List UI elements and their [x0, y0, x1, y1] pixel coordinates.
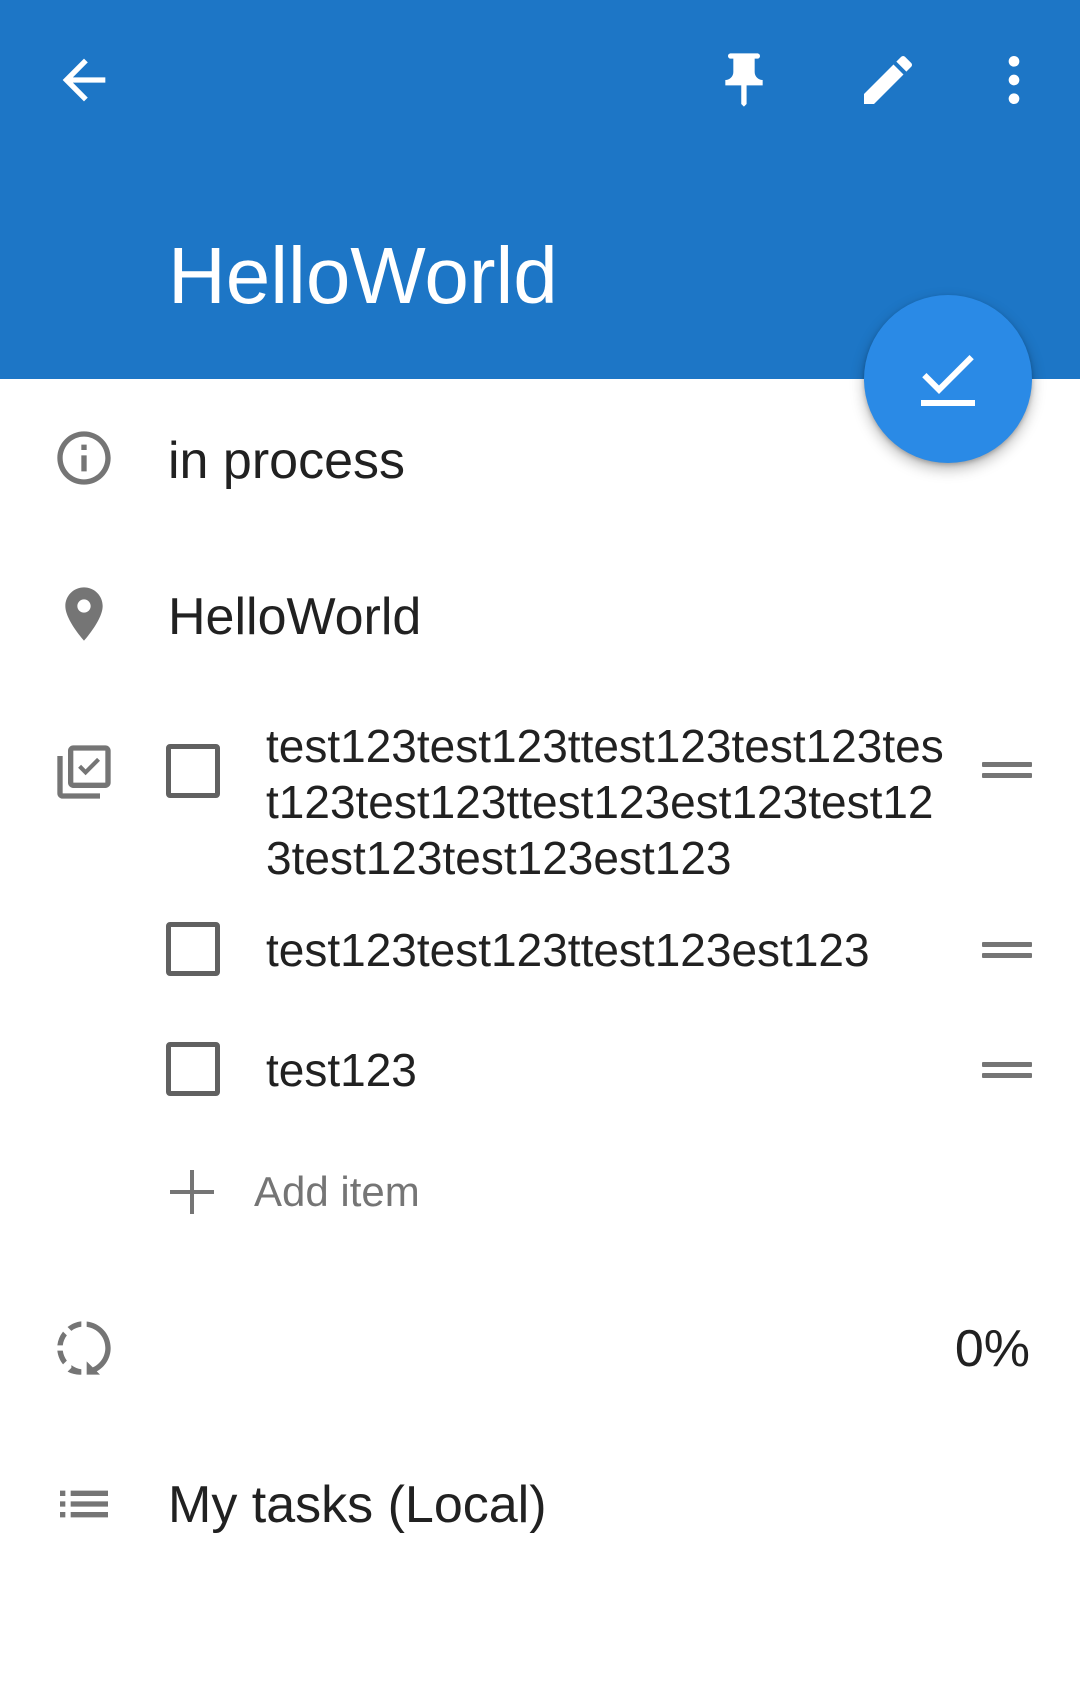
page-title: HelloWorld [168, 231, 558, 320]
plus-icon [170, 1170, 214, 1214]
item-text[interactable]: test123test123ttest123test123test123test… [266, 718, 956, 886]
location-pin-icon [52, 582, 116, 646]
back-button[interactable] [44, 40, 124, 120]
info-icon [52, 426, 116, 490]
item-text[interactable]: test123 [266, 1042, 956, 1098]
checklist-item: test123test123ttest123est123 [160, 920, 1060, 990]
more-vert-icon [1008, 56, 1020, 104]
task-location[interactable]: HelloWorld [168, 586, 421, 648]
edit-pencil-icon [864, 55, 913, 104]
item-checkbox[interactable] [166, 1042, 220, 1096]
more-options-button[interactable] [974, 40, 1054, 120]
pin-button[interactable] [704, 40, 784, 120]
checklist-item: test123 [160, 1040, 1060, 1110]
drag-handle-icon[interactable] [982, 1060, 1034, 1080]
pin-icon [725, 53, 763, 107]
mark-done-fab[interactable] [864, 295, 1032, 463]
item-text[interactable]: test123test123ttest123est123 [266, 922, 956, 978]
drag-handle-icon[interactable] [982, 940, 1034, 960]
check-done-icon [921, 355, 975, 406]
checklist-item: test123test123ttest123test123test123test… [160, 718, 1060, 888]
drag-handle-icon[interactable] [982, 760, 1034, 780]
item-checkbox[interactable] [166, 744, 220, 798]
progress-icon [52, 1316, 116, 1380]
arrow-back-icon [62, 58, 106, 102]
edit-button[interactable] [848, 40, 928, 120]
add-item-label: Add item [254, 1168, 420, 1215]
item-checkbox[interactable] [166, 922, 220, 976]
progress-value[interactable]: 0% [955, 1318, 1030, 1380]
task-status[interactable]: in process [168, 430, 405, 492]
task-list-name[interactable]: My tasks (Local) [168, 1474, 547, 1536]
checklist-icon [52, 740, 116, 804]
add-item-button[interactable]: Add item [160, 1160, 760, 1230]
list-icon [52, 1472, 116, 1536]
